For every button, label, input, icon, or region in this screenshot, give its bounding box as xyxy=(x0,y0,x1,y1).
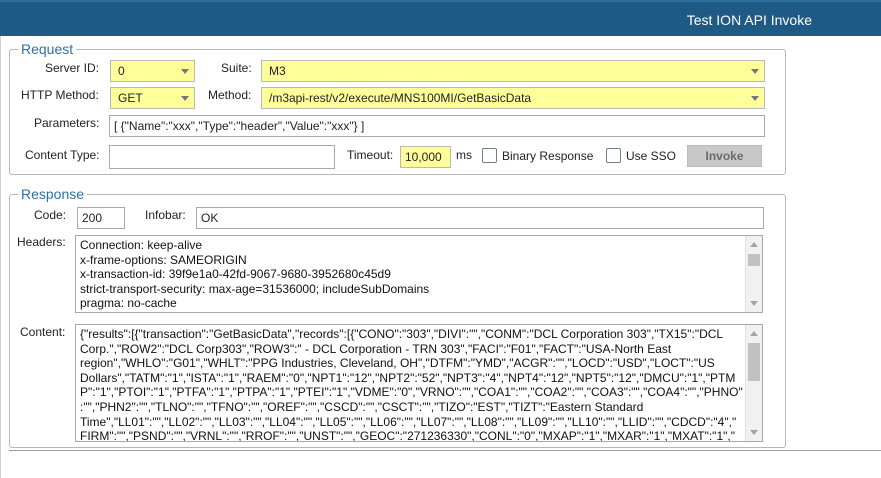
content-label: Content: xyxy=(20,325,66,339)
content-type-label: Content Type: xyxy=(25,148,100,162)
scroll-thumb[interactable] xyxy=(748,343,760,381)
suite-value: M3 xyxy=(269,64,286,78)
server-id-value: 0 xyxy=(118,64,125,78)
use-sso-checkbox[interactable] xyxy=(606,148,621,163)
binary-response-label[interactable]: Binary Response xyxy=(502,149,593,163)
headers-text: Connection: keep-alive x-frame-options: S… xyxy=(80,238,742,312)
title-bar: Test ION API Invoke xyxy=(0,0,881,36)
response-legend: Response xyxy=(21,186,85,202)
content-line: Corp.","ROW2":"DCL Corp303","ROW3":" - D… xyxy=(80,341,672,356)
content-line: :"","PHN2":"","TLNO":"","TFNO":"","OREF"… xyxy=(80,399,644,414)
content-textarea[interactable]: {"results":[{"transaction":"GetBasicData… xyxy=(75,324,763,442)
binary-response-checkbox[interactable] xyxy=(482,148,497,163)
content-line: Dollars","TATM":"1","ISTA":"1","RAEM":"0… xyxy=(80,370,736,385)
scroll-up-icon[interactable] xyxy=(750,242,758,247)
header-line: x-transaction-id: 39f9e1a0-42fd-9067-968… xyxy=(80,267,391,282)
header-line: vary: Accept-Encoding,User-Agent xyxy=(80,311,742,312)
infobar-label: Infobar: xyxy=(145,208,186,222)
timeout-input[interactable]: 10,000 xyxy=(400,146,451,168)
content-type-input[interactable] xyxy=(109,145,335,169)
method-value: /m3api-rest/v2/execute/MNS100MI/GetBasic… xyxy=(269,91,532,105)
suite-select[interactable]: M3 xyxy=(261,60,765,82)
chevron-down-icon xyxy=(751,96,759,101)
scroll-thumb[interactable] xyxy=(748,254,760,266)
chevron-down-icon xyxy=(181,69,189,74)
header-line: x-frame-options: SAMEORIGIN xyxy=(80,252,247,267)
server-id-select[interactable]: 0 xyxy=(110,60,195,82)
scroll-up-icon[interactable] xyxy=(750,331,758,336)
headers-label: Headers: xyxy=(17,235,66,249)
code-label: Code: xyxy=(34,208,67,222)
http-method-select[interactable]: GET xyxy=(110,87,195,109)
bottom-divider xyxy=(9,450,881,451)
timeout-unit: ms xyxy=(456,148,472,162)
timeout-label: Timeout: xyxy=(347,148,394,162)
content-line: {"results":[{"transaction":"GetBasicData… xyxy=(80,327,724,341)
method-label: Method: xyxy=(208,88,252,102)
chevron-down-icon xyxy=(751,69,759,74)
server-id-label: Server ID: xyxy=(45,61,100,75)
content-scrollbar[interactable] xyxy=(745,325,762,441)
header-line: Connection: keep-alive xyxy=(80,238,203,252)
request-legend: Request xyxy=(21,41,74,57)
content-line: Time","LL01":"","LL02":"","LL03":"","LL0… xyxy=(80,414,737,429)
scroll-down-icon[interactable] xyxy=(750,430,758,435)
parameters-input[interactable]: [ {"Name":"xxx","Type":"header","Value":… xyxy=(109,115,765,137)
suite-label: Suite: xyxy=(221,61,252,75)
header-line: strict-transport-security: max-age=31536… xyxy=(80,281,430,296)
parameters-label: Parameters: xyxy=(34,116,100,130)
content-line: P":"1","PTOI":"1","PTFA":"1","PTPA":"1",… xyxy=(80,385,743,400)
http-method-label: HTTP Method: xyxy=(21,88,99,102)
infobar-input[interactable]: OK xyxy=(196,207,764,229)
content-text: {"results":[{"transaction":"GetBasicData… xyxy=(80,327,743,442)
headers-textarea[interactable]: Connection: keep-alive x-frame-options: S… xyxy=(75,235,763,313)
header-line: pragma: no-cache xyxy=(80,296,177,311)
invoke-button[interactable]: Invoke xyxy=(687,145,762,167)
use-sso-label[interactable]: Use SSO xyxy=(626,149,676,163)
http-method-value: GET xyxy=(118,91,143,105)
page-title: Test ION API Invoke xyxy=(686,12,812,28)
scroll-down-icon[interactable] xyxy=(750,301,758,306)
headers-scrollbar[interactable] xyxy=(745,236,762,312)
method-select[interactable]: /m3api-rest/v2/execute/MNS100MI/GetBasic… xyxy=(261,87,765,109)
code-input[interactable]: 200 xyxy=(77,207,125,229)
content-line: FIRM":"","PSND":"","VRNL":"","RROF":"","… xyxy=(80,429,735,442)
chevron-down-icon xyxy=(181,96,189,101)
content-line: region","WHLO":"G01","WHLT":"PPG Industr… xyxy=(80,356,715,371)
